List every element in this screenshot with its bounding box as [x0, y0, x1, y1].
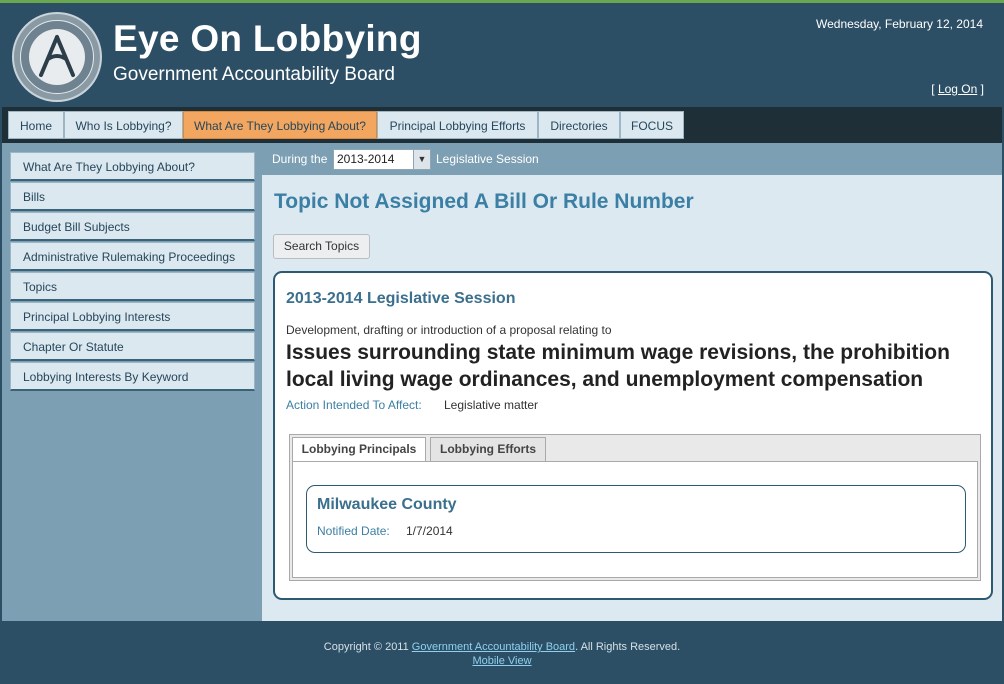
logon-bracket-close: ]	[980, 82, 984, 96]
page-frame: Eye On Lobbying Government Accountabilit…	[0, 0, 1004, 684]
principal-name[interactable]: Milwaukee County	[317, 496, 457, 514]
nav-who-is-lobbying[interactable]: Who Is Lobbying?	[64, 111, 183, 139]
mobile-view-area: Mobile View	[2, 655, 1002, 667]
tab-lobbying-principals[interactable]: Lobbying Principals	[292, 437, 426, 462]
mobile-view-link[interactable]: Mobile View	[472, 655, 531, 667]
main-nav: Home Who Is Lobbying? What Are They Lobb…	[2, 107, 1002, 143]
sidebar-item-budget-bill-subjects[interactable]: Budget Bill Subjects	[10, 212, 255, 241]
current-date: Wednesday, February 12, 2014	[816, 17, 983, 31]
search-topics-button[interactable]: Search Topics	[273, 234, 370, 259]
logon-bracket-open: [	[931, 82, 935, 96]
notified-date-label: Notified Date:	[317, 524, 390, 538]
principal-card: Milwaukee County Notified Date: 1/7/2014	[306, 485, 966, 553]
tabs-container: Lobbying Principals Lobbying Efforts Mil…	[289, 434, 981, 581]
sidebar-item-administrative-rulemaking[interactable]: Administrative Rulemaking Proceedings	[10, 242, 255, 271]
page-title: Topic Not Assigned A Bill Or Rule Number	[274, 190, 694, 213]
logon-link[interactable]: Log On	[938, 82, 977, 96]
card-session-title: 2013-2014 Legislative Session	[286, 290, 516, 307]
site-footer: Copyright © 2011 Government Accountabili…	[2, 621, 1002, 684]
chevron-down-icon[interactable]: ▼	[413, 150, 430, 169]
nav-what-are-they-lobbying-about[interactable]: What Are They Lobbying About?	[183, 111, 377, 139]
seal-a-icon	[39, 35, 75, 77]
sidebar-item-chapter-or-statute[interactable]: Chapter Or Statute	[10, 332, 255, 361]
nav-focus[interactable]: FOCUS	[620, 111, 684, 139]
notified-date-value: 1/7/2014	[406, 524, 453, 538]
copyright: Copyright © 2011 Government Accountabili…	[2, 641, 1002, 653]
sidebar-item-what-are-they-lobbying-about[interactable]: What Are They Lobbying About?	[10, 152, 255, 181]
copyright-suffix: . All Rights Reserved.	[575, 641, 681, 653]
action-value: Legislative matter	[444, 398, 539, 412]
action-label: Action Intended To Affect:	[286, 398, 422, 412]
session-select[interactable]: 2013-2014 ▼	[333, 149, 431, 170]
tab-lobbying-efforts[interactable]: Lobbying Efforts	[430, 437, 546, 461]
nav-home[interactable]: Home	[8, 111, 64, 139]
sidebar-item-principal-lobbying-interests[interactable]: Principal Lobbying Interests	[10, 302, 255, 331]
logon-area: [ Log On ]	[931, 82, 984, 96]
sidebar-item-lobbying-interests-by-keyword[interactable]: Lobbying Interests By Keyword	[10, 362, 255, 391]
topic-intro: Development, drafting or introduction of…	[286, 323, 612, 337]
site-title: Eye On Lobbying	[113, 18, 422, 59]
tab-panel-principals: Milwaukee County Notified Date: 1/7/2014	[292, 461, 978, 578]
copyright-prefix: Copyright © 2011	[323, 641, 409, 653]
session-select-value: 2013-2014	[337, 152, 395, 166]
site-header: Eye On Lobbying Government Accountabilit…	[2, 6, 1002, 107]
session-suffix: Legislative Session	[436, 152, 539, 166]
sidebar-item-bills[interactable]: Bills	[10, 182, 255, 211]
main-content: During the 2013-2014 ▼ Legislative Sessi…	[262, 143, 1002, 621]
topic-card: 2013-2014 Legislative Session Developmen…	[273, 271, 993, 600]
session-prefix: During the	[272, 152, 328, 166]
session-bar: During the 2013-2014 ▼ Legislative Sessi…	[262, 143, 1002, 175]
nav-directories[interactable]: Directories	[538, 111, 620, 139]
nav-principal-lobbying-efforts[interactable]: Principal Lobbying Efforts	[377, 111, 538, 139]
gab-link[interactable]: Government Accountability Board	[412, 641, 575, 653]
gab-seal-logo	[12, 12, 102, 102]
sidebar: What Are They Lobbying About? Bills Budg…	[2, 143, 262, 621]
topic-description: Issues surrounding state minimum wage re…	[286, 341, 950, 391]
sidebar-item-topics[interactable]: Topics	[10, 272, 255, 301]
site-subtitle: Government Accountability Board	[113, 64, 395, 85]
